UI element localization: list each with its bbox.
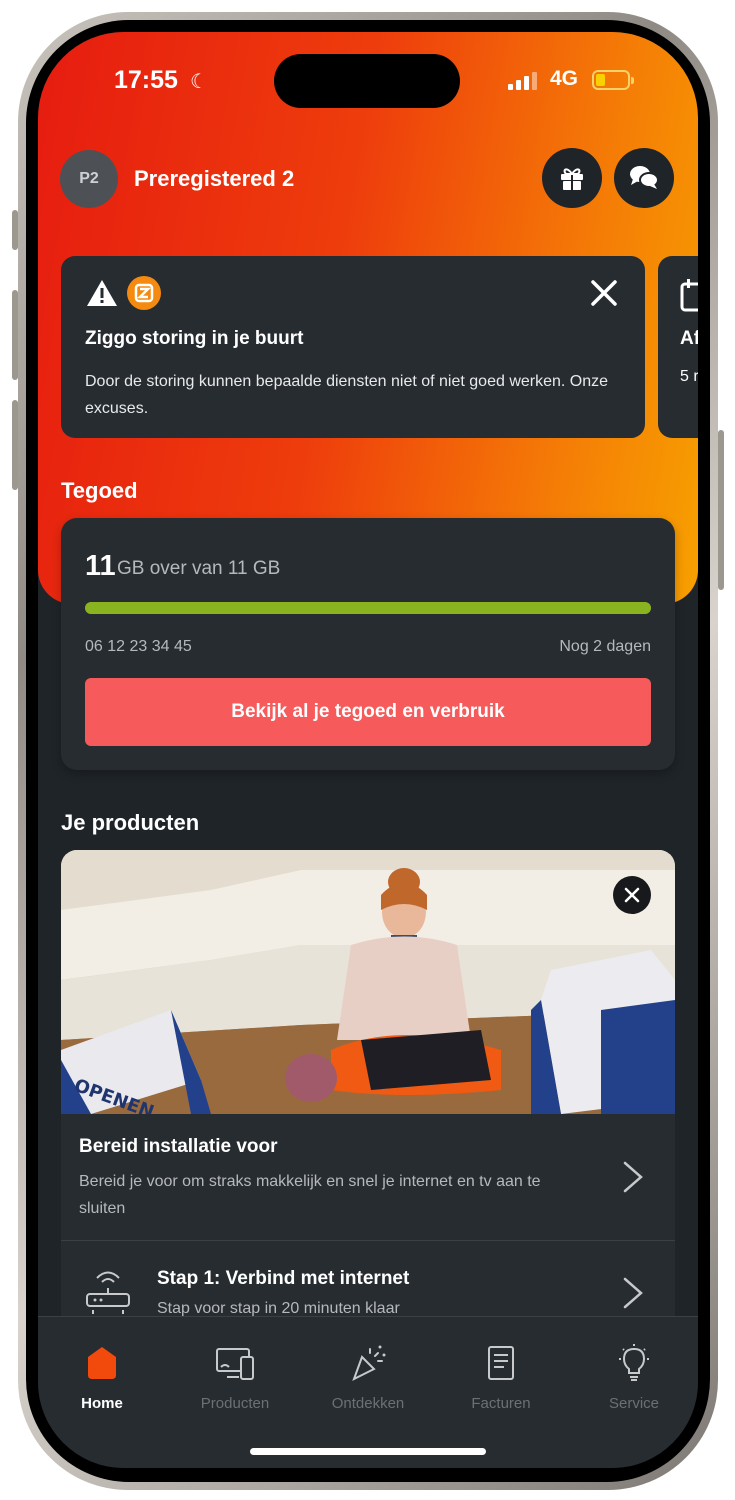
usage-progress-fill <box>85 602 651 614</box>
network-label: 4G <box>550 67 579 90</box>
alert-title: Ziggo storing in je buurt <box>85 328 304 349</box>
power-button <box>718 430 724 590</box>
volume-up-button <box>12 290 18 380</box>
phone-number: 06 12 23 34 45 <box>85 638 192 655</box>
router-icon <box>86 1271 130 1314</box>
battery-icon <box>592 70 634 90</box>
gift-icon <box>561 168 583 190</box>
tab-service[interactable]: Service <box>574 1343 694 1412</box>
close-card-button[interactable] <box>613 876 651 914</box>
signal-icon <box>508 72 540 90</box>
home-indicator[interactable] <box>250 1448 486 1455</box>
products-section-title: Je producten <box>61 810 200 835</box>
card-title: Bereid installatie voor <box>79 1136 278 1157</box>
user-name: Preregistered 2 <box>134 166 295 191</box>
tab-invoices[interactable]: Facturen <box>441 1343 561 1412</box>
chevron-right-icon[interactable] <box>621 1276 645 1310</box>
view-credit-button[interactable]: Bekijk al je tegoed en verbruik <box>85 678 651 746</box>
chat-icon <box>630 166 659 189</box>
step-title: Stap 1: Verbind met internet <box>157 1268 410 1289</box>
alert-body: Door de storing kunnen bepaalde diensten… <box>85 373 609 417</box>
credit-amount: 11 <box>85 550 116 582</box>
avatar[interactable]: P2 <box>60 150 118 208</box>
chevron-right-icon[interactable] <box>621 1160 645 1194</box>
dynamic-island <box>274 54 460 108</box>
tab-label-invoices: Facturen <box>471 1395 531 1412</box>
home-icon <box>88 1347 116 1379</box>
outage-alert-card[interactable]: Ziggo storing in je buurt Door de storin… <box>61 256 645 438</box>
devices-icon <box>216 1348 254 1380</box>
installation-photo: OPENEN <box>61 850 675 1114</box>
tab-home[interactable]: Home <box>42 1343 162 1412</box>
card-divider <box>61 1240 675 1241</box>
chat-button[interactable] <box>614 148 674 208</box>
lightbulb-icon <box>619 1344 649 1381</box>
credit-section-title: Tegoed <box>61 478 138 503</box>
bottom-tab-bar: Home Producten Ontdekken Facturen Servic… <box>38 1316 698 1468</box>
moon-icon: ☾ <box>190 71 208 93</box>
next-alert-title: Af <box>680 328 698 349</box>
tab-label-products: Producten <box>200 1395 270 1412</box>
warning-icon <box>87 280 117 306</box>
woman-laptop-illustration: OPENEN <box>61 850 675 1114</box>
calendar-icon <box>680 279 698 312</box>
installation-card[interactable]: OPENEN Bereid installatie voor Bereid je… <box>61 850 675 1330</box>
invoice-icon <box>488 1346 514 1380</box>
tab-discover[interactable]: Ontdekken <box>308 1343 428 1412</box>
gift-button[interactable] <box>542 148 602 208</box>
app-screen: 17:55 ☾ 4G P2 Preregistered 2 Ziggo stor… <box>38 32 698 1468</box>
volume-down-button <box>12 400 18 490</box>
remaining-days: Nog 2 dagen <box>559 638 651 655</box>
party-icon <box>352 1345 386 1382</box>
usage-progress-bar <box>85 602 651 614</box>
tab-label-home: Home <box>81 1395 123 1412</box>
tab-products[interactable]: Producten <box>175 1343 295 1412</box>
close-icon[interactable] <box>589 278 619 308</box>
next-alert-body: 5 r <box>680 368 698 385</box>
mute-switch <box>12 210 18 250</box>
close-icon <box>624 887 640 903</box>
next-alert-card[interactable]: Af 5 r <box>658 256 698 438</box>
card-description: Bereid je voor om straks makkelijk en sn… <box>79 1173 541 1217</box>
credit-card: 11 GB over van 11 GB 06 12 23 34 45 Nog … <box>61 518 675 770</box>
tab-label-discover: Ontdekken <box>331 1395 405 1412</box>
ziggo-logo-icon <box>127 276 161 310</box>
status-time: 17:55 <box>114 66 178 94</box>
credit-amount-suffix: GB over van 11 GB <box>117 558 281 579</box>
tab-label-service: Service <box>608 1395 660 1412</box>
